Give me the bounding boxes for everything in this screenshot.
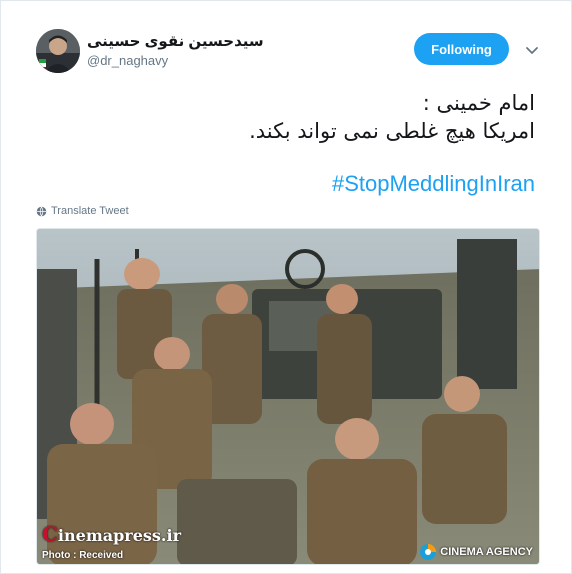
cinemapress-watermark: Cinemapress.ir [42,522,181,546]
tweet-photo[interactable]: Cinemapress.ir Photo : Received CINEMA A… [36,228,540,565]
globe-icon [36,206,47,216]
photo-caption: Photo : Received [42,550,124,561]
avatar[interactable] [36,29,80,73]
tweet-card: سیدحسین نقوی حسینی @dr_naghavy Following… [0,0,572,574]
translate-tweet-link[interactable]: Translate Tweet [36,205,129,217]
tweet-text-line-1: امام خمینی : [422,91,535,115]
cinema-agency-logo-icon [420,544,437,560]
watermark-rest: inemapress.ir [57,526,181,545]
translate-label: Translate Tweet [51,205,129,217]
photo-illustration [37,229,539,564]
cinema-agency-watermark: CINEMA AGENCY [419,543,533,561]
watermark-initial: C [42,522,58,546]
chevron-down-icon[interactable] [523,41,541,59]
hashtag-link[interactable]: #StopMeddlingInIran [332,171,535,197]
username[interactable]: @dr_naghavy [87,53,168,68]
following-button[interactable]: Following [414,33,509,65]
tweet-text-line-2: امریکا هیچ غلطی نمی تواند بکند. [249,119,535,143]
cinema-agency-label: CINEMA AGENCY [440,546,533,558]
display-name[interactable]: سیدحسین نقوی حسینی [87,32,264,50]
